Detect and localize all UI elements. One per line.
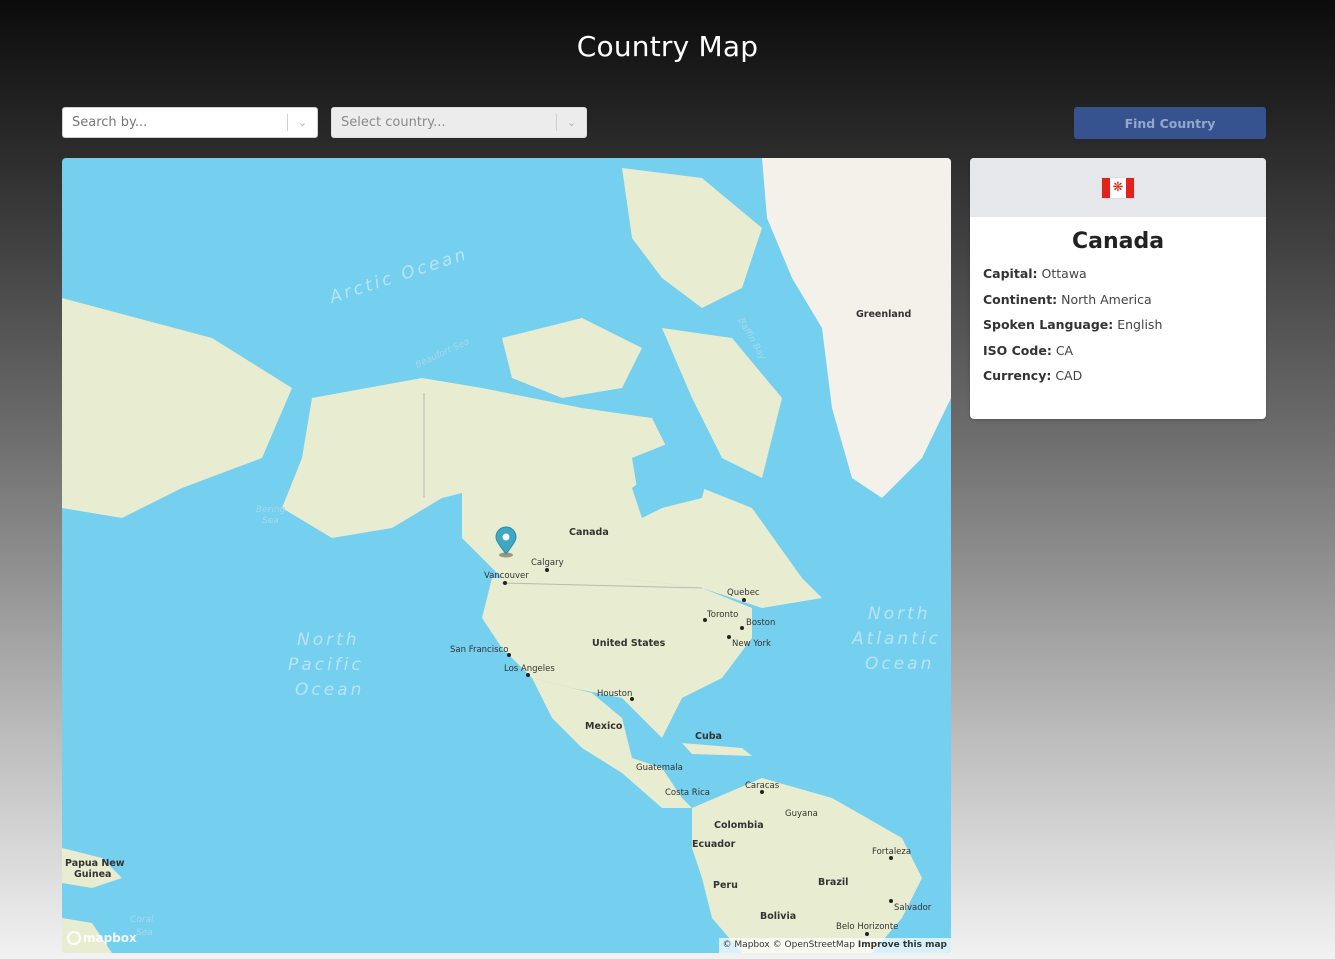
- country-select[interactable]: Select country... ⌄: [331, 107, 587, 138]
- fact-currency: Currency: CAD: [983, 368, 1083, 383]
- ocean-label-north-atlantic-1: North: [868, 604, 931, 624]
- country-label-papua-1: Papua New: [65, 858, 125, 869]
- country-label-brazil: Brazil: [818, 877, 848, 888]
- card-header: ❋: [970, 158, 1266, 217]
- svg-text:Toronto: Toronto: [706, 610, 738, 620]
- landmass-arctic-islands: [622, 168, 762, 308]
- svg-text:Vancouver: Vancouver: [484, 571, 529, 581]
- country-placeholder: Select country...: [341, 115, 446, 130]
- sea-label-coral-1: Coral: [130, 915, 154, 925]
- sea-label-coral-2: Sea: [136, 928, 153, 938]
- svg-text:Guyana: Guyana: [785, 809, 818, 819]
- chevron-down-icon[interactable]: ⌄: [288, 116, 317, 129]
- find-country-button[interactable]: Find Country: [1074, 107, 1266, 139]
- chevron-down-icon[interactable]: ⌄: [557, 116, 586, 129]
- svg-text:Caracas: Caracas: [745, 781, 780, 791]
- map-attribution: © Mapbox © OpenStreetMap Improve this ma…: [718, 938, 951, 953]
- city-san-francisco[interactable]: San Francisco: [450, 645, 511, 657]
- svg-text:New York: New York: [732, 639, 771, 649]
- landmass-russia: [62, 298, 292, 518]
- mapbox-logo[interactable]: mapbox: [67, 931, 137, 945]
- mapbox-logo-icon: [67, 931, 81, 945]
- fact-language: Spoken Language: English: [983, 317, 1163, 332]
- fact-capital: Capital: Ottawa: [983, 266, 1087, 281]
- svg-text:Quebec: Quebec: [727, 588, 760, 598]
- country-label-cuba: Cuba: [695, 731, 722, 742]
- country-facts: Capital: Ottawa Continent: North America…: [970, 254, 1266, 394]
- mapbox-logo-text: mapbox: [83, 931, 137, 945]
- page-title: Country Map: [576, 30, 759, 63]
- country-label-mexico: Mexico: [585, 721, 623, 732]
- ocean-label-north-atlantic-2: Atlantic: [851, 629, 941, 649]
- country-label-bolivia: Bolivia: [760, 911, 796, 922]
- country-label-canada: Canada: [569, 527, 609, 538]
- country-label-ecuador: Ecuador: [692, 839, 736, 850]
- country-label-usa: United States: [592, 638, 666, 649]
- country-label-costa-rica: Costa Rica: [665, 788, 710, 798]
- map-view[interactable]: Arctic Ocean North Pacific Ocean North A…: [62, 158, 951, 953]
- svg-text:Belo Horizonte: Belo Horizonte: [836, 922, 898, 932]
- country-label-colombia: Colombia: [714, 820, 764, 831]
- country-label-peru: Peru: [713, 880, 738, 891]
- landmass-greenland: [762, 158, 951, 498]
- landmass-alaska: [282, 378, 482, 538]
- svg-text:Los Angeles: Los Angeles: [504, 664, 555, 674]
- sea-label-bering-2: Sea: [262, 516, 279, 526]
- landmass-arctic-west: [502, 318, 642, 398]
- maple-leaf-flag-icon: ❋: [1101, 176, 1135, 199]
- svg-text:Fortaleza: Fortaleza: [872, 847, 911, 857]
- sea-label-beaufort: Beaufort Sea: [414, 337, 471, 371]
- svg-text:Houston: Houston: [597, 689, 632, 699]
- attribution-osm[interactable]: © OpenStreetMap: [773, 940, 855, 951]
- country-label-guatemala: Guatemala: [636, 763, 683, 773]
- ocean-label-north-pacific-3: Ocean: [295, 680, 364, 700]
- ocean-label-north-atlantic-3: Ocean: [865, 654, 934, 674]
- svg-text:Calgary: Calgary: [531, 558, 564, 568]
- fact-iso-code: ISO Code: CA: [983, 342, 1074, 358]
- city-guyana[interactable]: Guyana: [785, 809, 818, 819]
- map-canvas[interactable]: Arctic Ocean North Pacific Ocean North A…: [62, 158, 951, 953]
- search-by-select[interactable]: Search by... ⌄: [62, 107, 318, 138]
- improve-map-link[interactable]: Improve this map: [858, 940, 947, 951]
- svg-text:Salvador: Salvador: [894, 903, 932, 913]
- fact-continent: Continent: North America: [983, 291, 1152, 307]
- ocean-label-arctic: Arctic Ocean: [326, 244, 471, 308]
- country-name: Canada: [1071, 229, 1165, 254]
- landmass-cuba: [682, 743, 752, 756]
- attribution-mapbox[interactable]: © Mapbox: [723, 940, 770, 951]
- country-info-card: ❋ Canada Capital: Ottawa Continent: Nort…: [970, 158, 1266, 419]
- ocean-label-north-pacific-2: Pacific: [288, 655, 364, 675]
- svg-text:Boston: Boston: [746, 618, 775, 628]
- sea-label-bering-1: Bering: [256, 505, 286, 515]
- ocean-label-north-pacific-1: North: [297, 630, 360, 650]
- country-label-greenland: Greenland: [856, 309, 911, 320]
- search-by-placeholder: Search by...: [72, 115, 148, 130]
- svg-text:San Francisco: San Francisco: [450, 645, 508, 655]
- country-label-papua-2: Guinea: [74, 869, 111, 880]
